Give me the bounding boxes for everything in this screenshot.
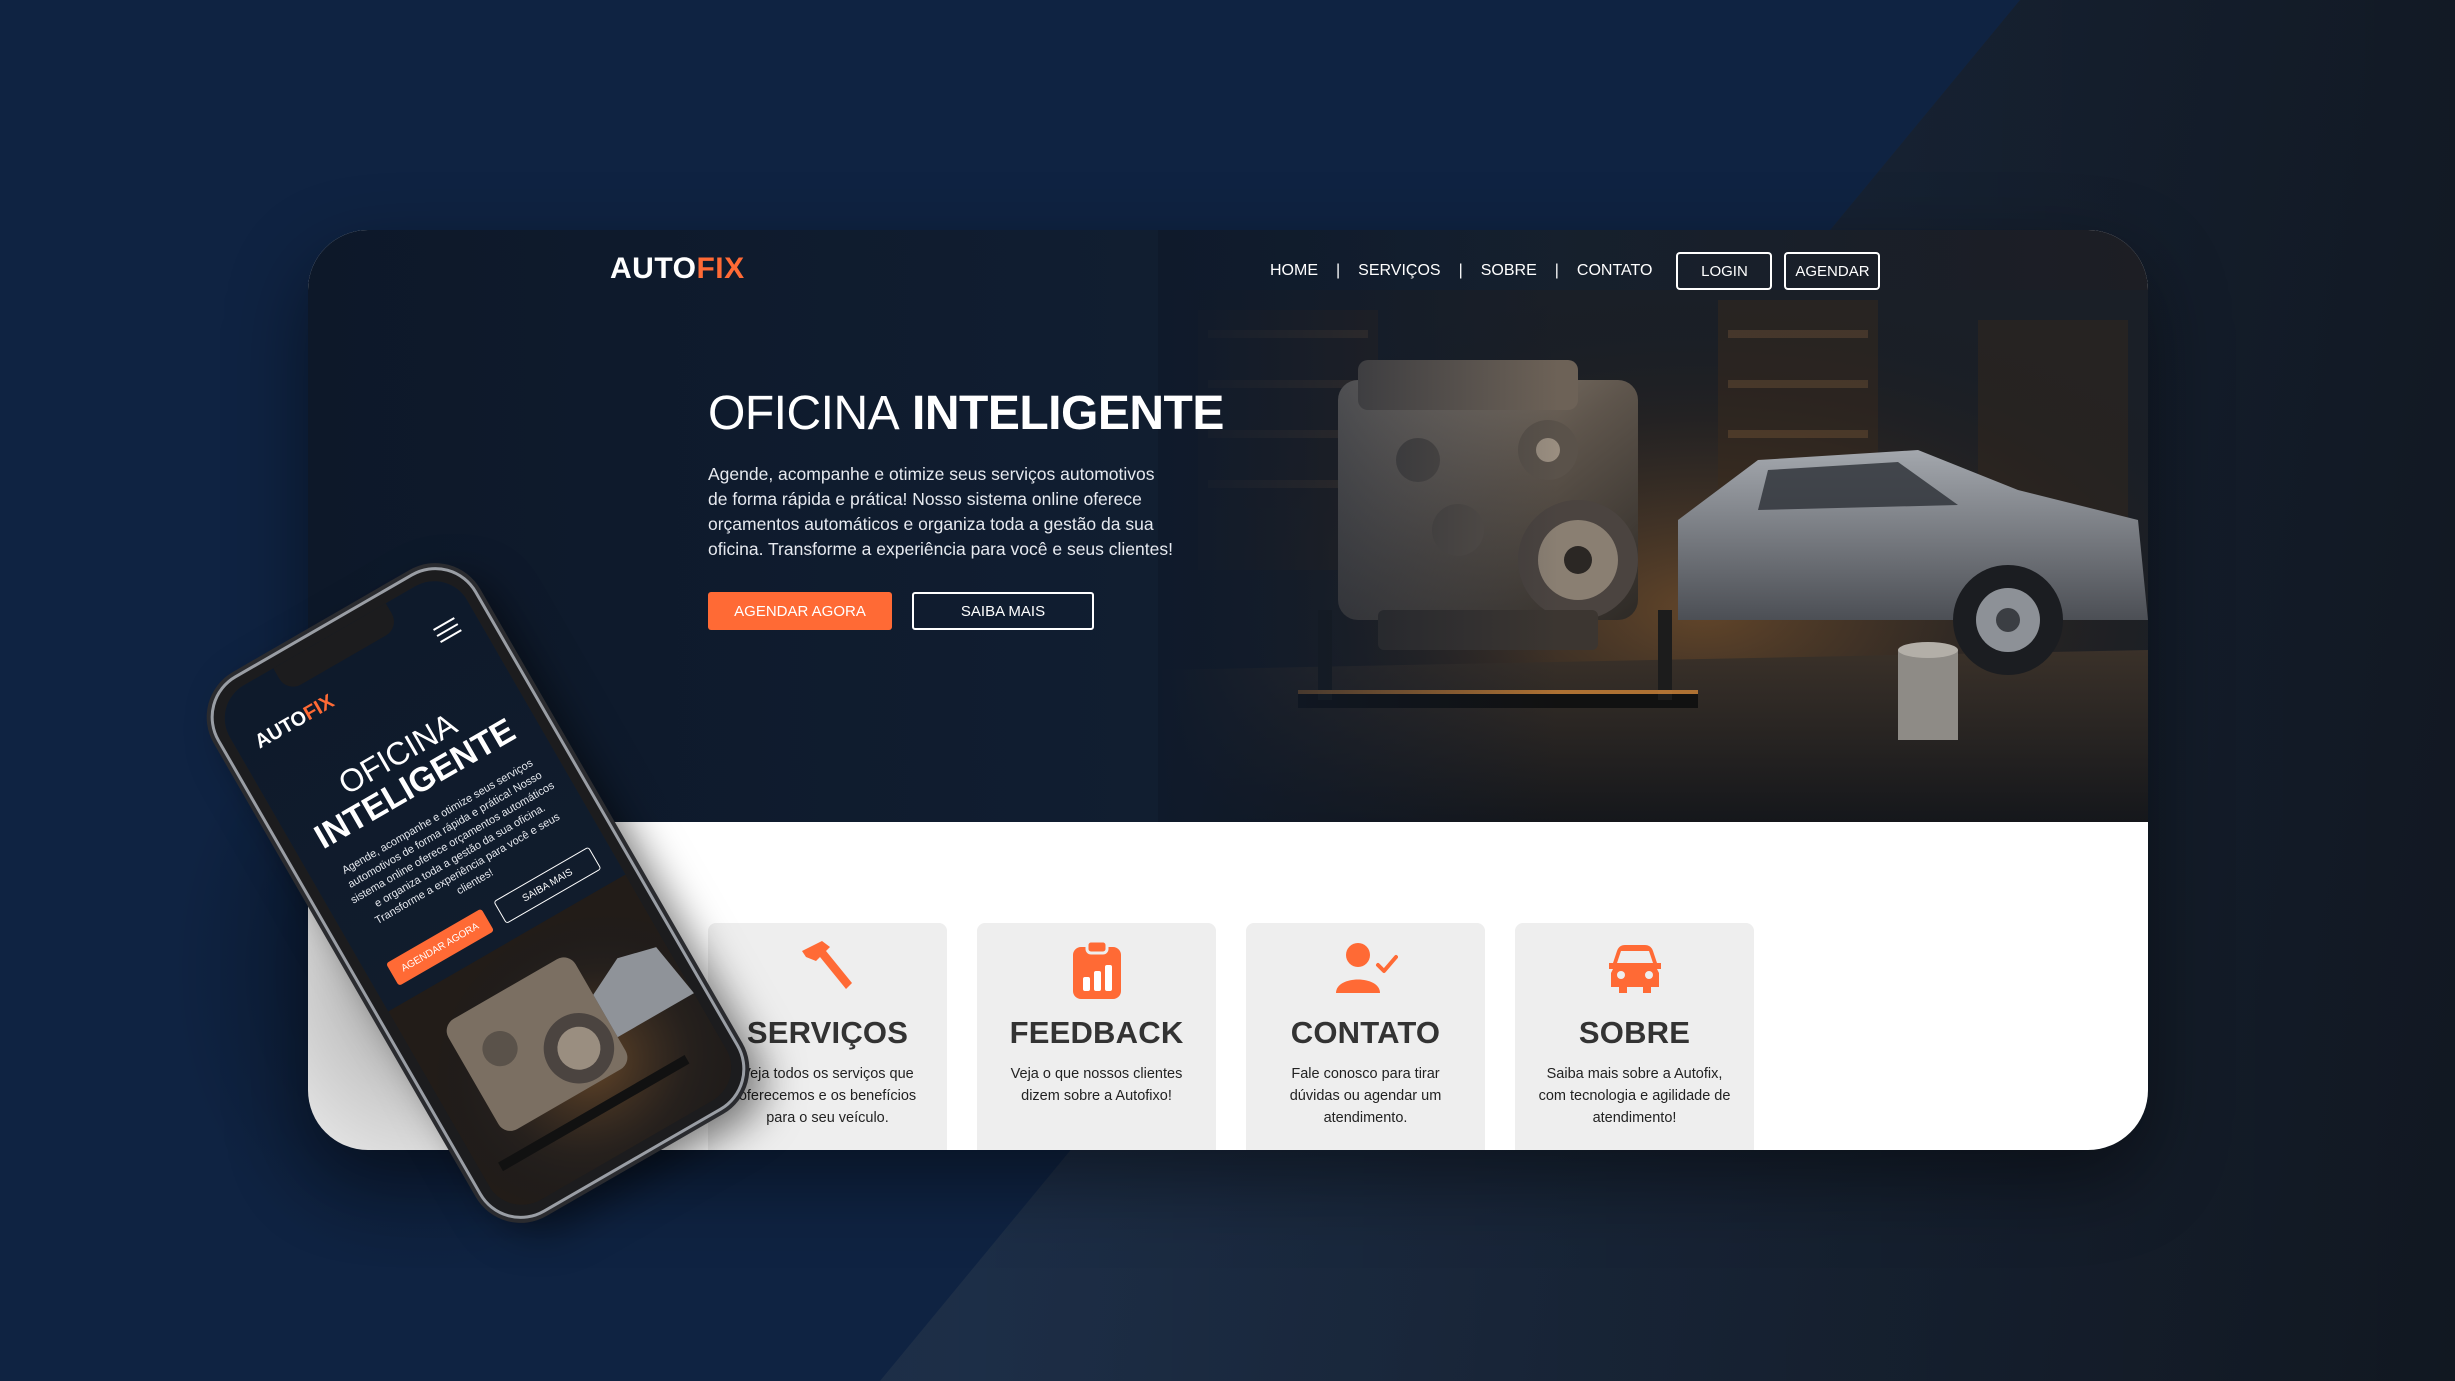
login-button[interactable]: LOGIN	[1676, 252, 1773, 290]
hero-title-bold: INTELIGENTE	[912, 387, 1224, 440]
hero-image-fade	[1158, 230, 1558, 822]
mobile-logo-main: AUTO	[251, 705, 311, 754]
hammer-icon	[801, 941, 852, 989]
nav-link-home[interactable]: HOME	[1258, 262, 1330, 280]
card-title: SERVIÇOS	[746, 1015, 909, 1050]
card-description: Fale conosco para tirar dúvidas ou agend…	[1289, 1066, 1442, 1126]
hero-title-light: OFICINA	[708, 387, 900, 440]
hamburger-menu-icon[interactable]	[433, 617, 463, 645]
car-icon	[1608, 945, 1661, 993]
card-feedback[interactable]: FEEDBACK Veja o que nossos clientes dize…	[977, 923, 1216, 1150]
logo-main: AUTO	[610, 252, 697, 285]
nav-link-servicos[interactable]: SERVIÇOS	[1346, 262, 1452, 280]
nav-link-sobre[interactable]: SOBRE	[1469, 262, 1549, 280]
agendar-agora-button[interactable]: AGENDAR AGORA	[708, 592, 892, 630]
nav-separator: |	[1458, 262, 1463, 279]
card-servicos[interactable]: SERVIÇOS Veja todos os serviços que ofer…	[708, 923, 947, 1150]
hero-description: Agende, acompanhe e otimize seus serviço…	[708, 464, 1173, 559]
feature-cards: SERVIÇOS Veja todos os serviços que ofer…	[708, 923, 1754, 1150]
nav-separator: |	[1554, 262, 1559, 279]
nav-link-contato[interactable]: CONTATO	[1565, 262, 1665, 280]
logo-accent: FIX	[696, 252, 745, 285]
agendar-button[interactable]: AGENDAR	[1784, 252, 1881, 290]
mobile-logo[interactable]: AUTOFIX	[251, 690, 338, 754]
card-contato[interactable]: CONTATO Fale conosco para tirar dúvidas …	[1246, 923, 1485, 1150]
card-description: Saiba mais sobre a Autofix, com tecnolog…	[1538, 1066, 1731, 1126]
hero-title: OFICINA INTELIGENTE	[708, 386, 1224, 441]
logo[interactable]: AUTOFIX	[610, 252, 745, 286]
user-check-icon	[1335, 943, 1398, 993]
card-description: Veja o que nossos clientes dizem sobre a…	[1010, 1066, 1183, 1104]
navbar: AUTOFIX HOME | SERVIÇOS | SOBRE | CONTAT…	[308, 230, 2148, 310]
clipboard-chart-icon	[1072, 939, 1121, 999]
card-title: SOBRE	[1578, 1015, 1691, 1050]
phone-notch	[273, 603, 400, 693]
nav-links: HOME | SERVIÇOS | SOBRE | CONTATO LOGIN …	[1258, 250, 1881, 292]
card-sobre[interactable]: SOBRE Saiba mais sobre a Autofix, com te…	[1515, 923, 1754, 1150]
card-title: CONTATO	[1290, 1015, 1441, 1050]
saiba-mais-button[interactable]: SAIBA MAIS	[912, 592, 1094, 630]
card-title: FEEDBACK	[1009, 1015, 1184, 1050]
nav-separator: |	[1336, 262, 1341, 279]
card-description: Veja todos os serviços que oferecemos e …	[738, 1066, 917, 1126]
